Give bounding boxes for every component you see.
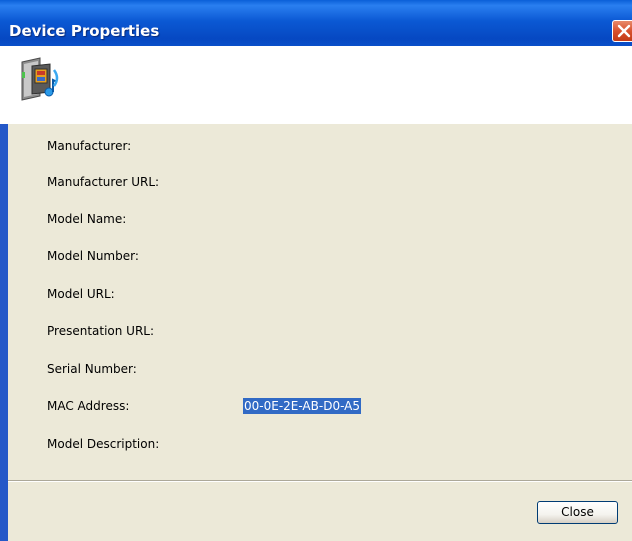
footer-divider bbox=[8, 480, 632, 482]
media-device-icon bbox=[18, 56, 62, 102]
window-left-border bbox=[0, 124, 8, 541]
model-description-label: Model Description: bbox=[47, 437, 160, 451]
presentation-url-label: Presentation URL: bbox=[47, 324, 155, 338]
header-band bbox=[0, 46, 632, 124]
close-button[interactable]: Close bbox=[537, 501, 618, 524]
titlebar[interactable]: Device Properties bbox=[0, 0, 632, 46]
device-properties-dialog: Device Properties Manufacturer: Manufact… bbox=[0, 0, 632, 541]
manufacturer-label: Manufacturer: bbox=[47, 139, 132, 153]
close-icon[interactable] bbox=[612, 20, 632, 42]
model-url-label: Model URL: bbox=[47, 287, 115, 301]
window-title: Device Properties bbox=[9, 22, 160, 40]
model-name-label: Model Name: bbox=[47, 212, 127, 226]
serial-number-label: Serial Number: bbox=[47, 362, 137, 376]
mac-address-label: MAC Address: bbox=[47, 399, 130, 413]
manufacturer-url-label: Manufacturer URL: bbox=[47, 175, 160, 189]
mac-address-value[interactable]: 00-0E-2E-AB-D0-A5 bbox=[243, 398, 361, 414]
model-number-label: Model Number: bbox=[47, 249, 139, 263]
